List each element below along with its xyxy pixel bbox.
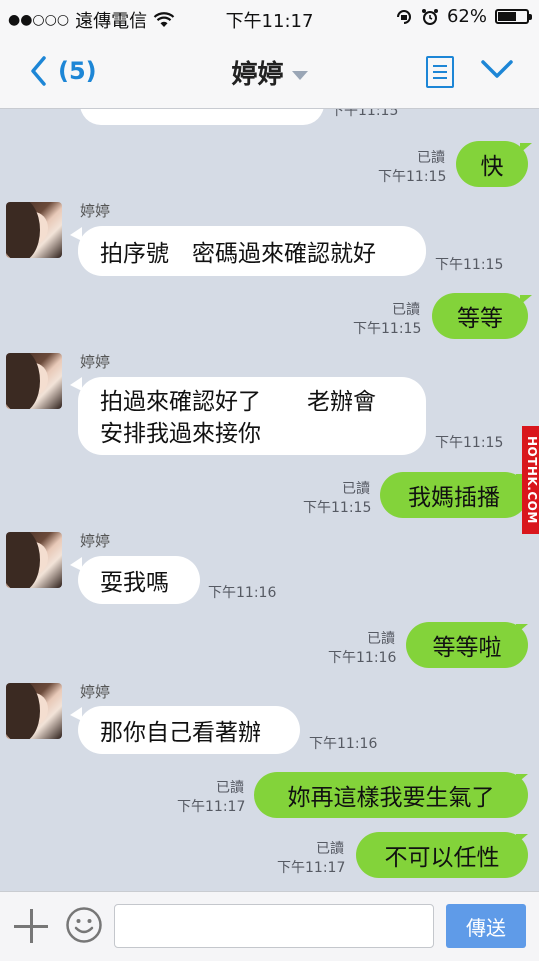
message-time: 下午11:15 [378,169,447,185]
message-text: 那你自己看著辦 [100,720,261,746]
message-bubble-partial [80,109,324,125]
read-receipt: 已讀 [216,780,244,796]
message-text: 等等 [457,306,503,332]
message-bubble-outgoing: 快 [456,141,528,187]
contact-avatar[interactable] [6,353,62,409]
contact-avatar[interactable] [6,202,62,258]
message-text: 不可以任性 [384,845,500,871]
message-input-bar: 傳送 [0,891,539,961]
message-time: 下午11:15 [330,109,399,119]
rotation-lock-icon [396,9,411,24]
message-list[interactable]: 下午11:15 已讀 下午11:15 快 婷婷 拍序號 密碼過來確認就好 下午1… [0,109,539,891]
message-bubble-outgoing: 不可以任性 [356,832,528,878]
message-bubble-outgoing: 妳再這樣我要生氣了 [254,772,528,818]
alarm-icon [421,8,438,25]
message-time: 下午11:16 [208,585,277,601]
message-bubble-incoming: 拍過來確認好了 老辦會 安排我過來接你 [78,377,426,455]
read-receipt: 已讀 [367,631,395,647]
contact-name: 婷婷 [80,202,111,220]
message-time: 下午11:15 [303,500,372,516]
plus-icon[interactable] [14,909,48,943]
watermark: HOTHK.COM [522,426,539,534]
contact-name: 婷婷 [80,353,111,371]
chat-title[interactable]: 婷婷 [0,54,539,91]
notes-icon[interactable] [426,56,454,88]
message-text: 耍我嗎 [100,570,169,596]
chevron-down-icon[interactable] [480,58,514,82]
read-receipt: 已讀 [316,841,344,857]
read-receipt: 已讀 [392,302,420,318]
message-text: 我媽插播 [408,485,500,511]
message-text: 拍序號 密碼過來確認就好 [100,241,376,267]
message-bubble-outgoing: 等等啦 [406,622,528,668]
caret-down-icon [291,71,308,80]
message-bubble-incoming: 那你自己看著辦 [78,706,300,754]
battery-icon [495,9,532,24]
message-bubble-incoming: 拍序號 密碼過來確認就好 [78,226,426,276]
message-input[interactable] [114,904,434,948]
message-text-line: 安排我過來接你 [100,421,261,447]
message-time: 下午11:16 [328,650,397,666]
battery-percent: 62% [446,6,487,27]
read-receipt: 已讀 [342,481,370,497]
message-bubble-outgoing: 等等 [432,293,528,339]
message-text: 快 [480,154,504,180]
message-time: 下午11:16 [309,736,378,752]
message-time: 下午11:15 [353,321,422,337]
message-time: 下午11:17 [177,799,246,815]
contact-name: 婷婷 [80,683,111,701]
message-text: 妳再這樣我要生氣了 [287,785,495,811]
message-time: 下午11:17 [277,860,346,876]
message-text: 等等啦 [432,635,502,661]
message-time: 下午11:15 [435,435,504,451]
message-text-line: 拍過來確認好了 老辦會 [100,389,376,415]
contact-avatar[interactable] [6,532,62,588]
contact-avatar[interactable] [6,683,62,739]
status-right: 62% [395,6,532,27]
chat-title-text: 婷婷 [231,60,284,90]
status-bar: ●●○○○ 遠傳電信 下午11:17 62% [0,0,539,36]
contact-name: 婷婷 [80,532,111,550]
send-button[interactable]: 傳送 [446,904,526,948]
read-receipt: 已讀 [417,150,445,166]
message-bubble-outgoing: 我媽插播 [380,472,528,518]
message-time: 下午11:15 [435,257,504,273]
chat-header: (5) 婷婷 [0,36,539,109]
emoji-icon[interactable] [65,906,103,944]
message-bubble-incoming: 耍我嗎 [78,556,200,604]
